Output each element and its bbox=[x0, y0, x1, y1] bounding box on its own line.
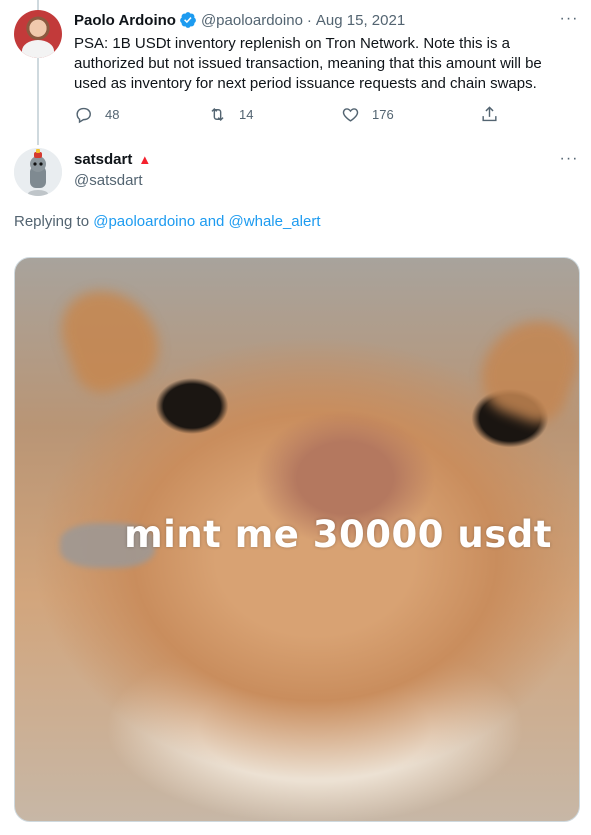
tweet-text: PSA: 1B USDt inventory replenish on Tron… bbox=[74, 35, 542, 92]
red-triangle-icon: ▲ bbox=[138, 152, 152, 167]
share-button[interactable] bbox=[480, 105, 511, 124]
replying-users-link[interactable]: @paoloardoino and @whale_alert bbox=[93, 213, 320, 230]
retweet-icon bbox=[211, 107, 224, 122]
replying-to: Replying to @paoloardoino and @whale_ale… bbox=[14, 213, 321, 230]
tweet-header: Paolo Ardoino @paoloardoino · Aug 15, 20… bbox=[74, 11, 405, 29]
handle[interactable]: @satsdart bbox=[74, 172, 143, 189]
more-options-icon[interactable]: ··· bbox=[559, 150, 579, 170]
cat-ear-left bbox=[50, 275, 170, 401]
tweet-header: satsdart ▲ bbox=[74, 151, 151, 168]
reply-icon bbox=[76, 107, 91, 124]
more-options-icon[interactable]: ··· bbox=[559, 10, 579, 30]
like-count: 176 bbox=[372, 107, 394, 122]
tweet-date[interactable]: Aug 15, 2021 bbox=[316, 12, 405, 29]
retweet-button[interactable]: 14 bbox=[208, 105, 253, 124]
avatar[interactable] bbox=[14, 10, 62, 58]
heart-icon bbox=[342, 108, 359, 122]
tweet-paolo[interactable]: Paolo Ardoino @paoloardoino · Aug 15, 20… bbox=[0, 0, 591, 145]
replying-prefix: Replying to bbox=[14, 213, 90, 230]
tweet-image[interactable]: mint me 30000 usdt bbox=[14, 257, 580, 822]
image-caption: mint me 30000 usdt bbox=[124, 513, 552, 556]
cat-ear-right bbox=[470, 305, 579, 431]
display-name[interactable]: Paolo Ardoino bbox=[74, 12, 176, 29]
handle[interactable]: @paoloardoino bbox=[201, 12, 303, 29]
tweet-actions: 48 14 176 bbox=[74, 105, 514, 125]
reply-button[interactable]: 48 bbox=[74, 105, 119, 124]
avatar[interactable] bbox=[14, 148, 62, 196]
reply-count: 48 bbox=[105, 107, 120, 122]
separator-dot: · bbox=[306, 11, 312, 29]
verified-badge-icon bbox=[179, 11, 197, 29]
share-icon bbox=[482, 106, 497, 122]
like-button[interactable]: 176 bbox=[341, 105, 394, 124]
display-name[interactable]: satsdart bbox=[74, 151, 132, 168]
retweet-count: 14 bbox=[239, 107, 254, 122]
